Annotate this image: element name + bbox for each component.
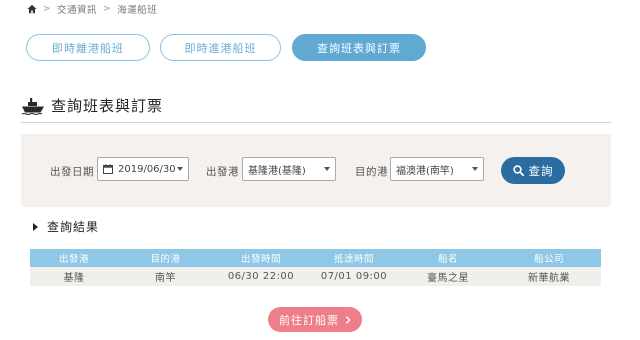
home-icon[interactable] [27,4,37,14]
title-divider [21,122,611,123]
destination-value: 福澳港(南竿) [396,165,454,177]
table-header-row: 出發港 目的港 出發時間 抵達時間 船名 船公司 [30,249,601,267]
results-table: 出發港 目的港 出發時間 抵達時間 船名 船公司 基隆 南竿 06/30 22:… [30,249,601,286]
search-icon [512,165,524,176]
column-header: 出發時間 [240,254,281,265]
table-cell: 新華航業 [528,273,570,284]
page-title: 查詢班表與訂票 [51,97,164,115]
tab-arrivals[interactable]: 即時進港船班 [160,34,281,61]
breadcrumb-item-ferry: 海運船班 [117,5,158,16]
breadcrumb-separator: > [43,4,52,14]
table-cell: 基隆 [63,273,85,284]
column-header: 船名 [437,254,458,265]
tab-departures[interactable]: 即時離港船班 [26,34,150,61]
book-ticket-label: 前往訂船票 [279,313,339,327]
chevron-right-icon [345,315,351,324]
departure-value: 基隆港(基隆) [248,165,306,177]
book-ticket-button[interactable]: 前往訂船票 [268,307,362,332]
search-button-label: 查詢 [528,163,554,178]
table-cell: 南竿 [155,273,176,284]
table-cell: 06/30 22:00 [227,271,295,282]
ship-icon [21,97,44,115]
table-cell: 07/01 09:00 [320,271,388,282]
column-header: 船公司 [533,254,564,265]
breadcrumb: > 交通資訊 > 海運船班 [27,2,157,16]
column-header: 出發港 [58,254,89,265]
breadcrumb-item-traffic[interactable]: 交通資訊 [57,2,97,16]
search-button[interactable]: 查詢 [501,157,565,184]
date-picker[interactable]: 2019/06/30 [97,157,189,181]
tab-schedule-booking[interactable]: 查詢班表與訂票 [292,34,426,61]
destination-label: 目的港 [355,166,388,178]
chevron-down-icon [324,167,330,171]
destination-select[interactable]: 福澳港(南竿) [390,157,484,181]
table-cell: 臺馬之星 [427,273,469,284]
table-row[interactable]: 基隆 南竿 06/30 22:00 07/01 09:00 臺馬之星 新華航業 [30,267,601,286]
column-header: 目的港 [150,254,181,265]
chevron-down-icon [472,167,478,171]
departure-select[interactable]: 基隆港(基隆) [242,157,336,181]
date-label: 出發日期 [50,166,94,178]
calendar-icon [103,164,113,174]
date-value: 2019/06/30 [118,163,176,175]
results-header: 查詢結果 [33,218,99,235]
chevron-down-icon [177,167,183,171]
results-title: 查詢結果 [47,220,100,234]
breadcrumb-separator: > [103,4,112,14]
column-header: 抵達時間 [333,254,374,265]
departure-label: 出發港 [206,166,239,178]
triangle-right-icon [33,222,38,231]
section-header: 查詢班表與訂票 [21,95,163,116]
